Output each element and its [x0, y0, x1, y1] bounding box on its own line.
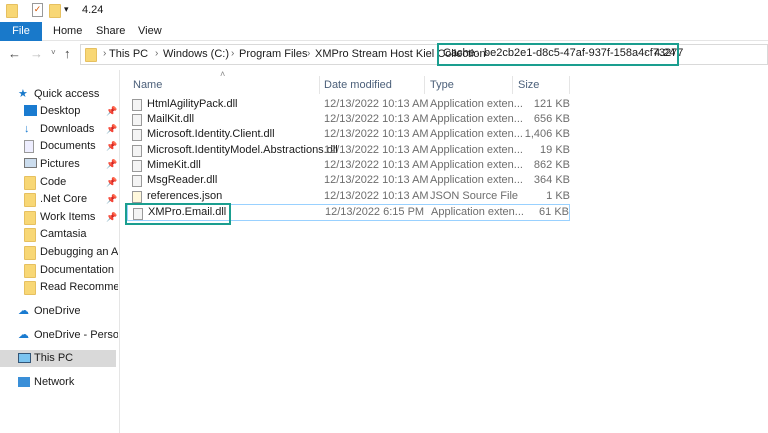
ribbon-tabs: File Home Share View [0, 22, 768, 41]
folder-icon [24, 264, 36, 278]
back-icon[interactable]: ← [8, 46, 21, 61]
folder-icon [24, 193, 36, 207]
downloads-icon: ↓ [24, 123, 30, 135]
properties-icon[interactable]: ✓ [32, 3, 43, 17]
pin-icon: 📌 [106, 141, 118, 151]
sidebar-quick-access[interactable]: ★ Quick access [0, 86, 118, 103]
new-folder-icon[interactable] [49, 4, 61, 18]
pin-icon: 📌 [106, 124, 118, 134]
pin-icon: 📌 [106, 159, 118, 169]
json-file-icon [132, 191, 142, 203]
window-title: 4.24 [82, 4, 104, 16]
folder-icon [24, 176, 36, 190]
sidebar-item-documentation[interactable]: Documentation [0, 262, 118, 279]
sidebar-onedrive[interactable]: ☁ OneDrive [0, 303, 118, 320]
sidebar-item-desktop[interactable]: Desktop 📌 [0, 103, 118, 120]
star-icon: ★ [18, 88, 28, 100]
dll-file-icon [132, 114, 142, 126]
sidebar-onedrive-personal[interactable]: ☁OneDrive - Personal [0, 327, 118, 344]
folder-icon [24, 281, 36, 295]
column-type[interactable]: Type [425, 76, 513, 94]
pin-icon: 📌 [106, 212, 118, 222]
navigation-pane: ★ Quick access Desktop 📌 ↓ Downloads 📌 Docum… [0, 70, 120, 433]
sidebar-item-net-core[interactable]: .Net Core 📌 [0, 191, 118, 208]
cloud-icon: ☁ [18, 305, 29, 317]
folder-icon [24, 228, 36, 242]
column-headers: ˄ Name Date modified Type Size [120, 69, 768, 94]
sidebar-item-code[interactable]: Code 📌 [0, 174, 118, 191]
sidebar-item-debugging[interactable]: Debugging an Agent [0, 244, 118, 261]
tab-view[interactable]: View [138, 22, 162, 41]
column-date-modified[interactable]: Date modified [320, 76, 425, 94]
pin-icon: 📌 [106, 106, 118, 116]
pin-icon: 📌 [106, 194, 118, 204]
tab-home[interactable]: Home [53, 22, 82, 41]
sidebar-item-pictures[interactable]: Pictures 📌 [0, 156, 118, 173]
sidebar-item-documents[interactable]: Documents 📌 [0, 138, 118, 155]
sidebar-item-camtasia[interactable]: Camtasia [0, 226, 118, 243]
column-name[interactable]: Name [128, 76, 320, 94]
file-row[interactable]: MsgReader.dll 12/13/2022 10:13 AM Applicat… [127, 172, 570, 189]
column-size[interactable]: Size [513, 76, 570, 94]
folder-icon [24, 211, 36, 225]
crumb-program-files[interactable]: Program Files [239, 48, 307, 60]
crumb-windows-c[interactable]: Windows (C:) [163, 48, 229, 60]
documents-icon [24, 140, 34, 153]
forward-icon[interactable]: → [30, 46, 43, 61]
up-icon[interactable]: ↑ [64, 46, 71, 61]
folder-icon[interactable] [6, 4, 18, 18]
dll-file-icon [132, 129, 142, 141]
network-icon [18, 377, 30, 387]
sidebar-item-work-items[interactable]: Work Items 📌 [0, 209, 118, 226]
pictures-icon [24, 158, 37, 168]
highlight-box-address [437, 43, 679, 66]
crumb-this-pc[interactable]: This PC [109, 48, 148, 60]
folder-icon [85, 48, 97, 62]
dll-file-icon [132, 160, 142, 172]
dll-file-icon [132, 99, 142, 111]
dll-file-icon [132, 175, 142, 187]
sidebar-item-read-recommendations[interactable]: Read Recommendations [0, 279, 118, 296]
dll-file-icon [132, 145, 142, 157]
title-bar: ✓ ▾ 4.24 [0, 0, 768, 22]
sidebar-network[interactable]: Network [0, 374, 118, 391]
desktop-icon [24, 105, 37, 116]
recent-locations-icon[interactable]: ˅ [51, 48, 56, 57]
customize-toolbar-icon[interactable]: ▾ [64, 4, 69, 15]
sidebar-this-pc[interactable]: This PC [0, 350, 116, 367]
file-row[interactable]: Microsoft.Identity.Client.dll 12/13/2022 … [127, 126, 570, 143]
highlight-box-file [125, 203, 231, 225]
tab-file[interactable]: File [0, 22, 42, 41]
sidebar-item-downloads[interactable]: ↓ Downloads 📌 [0, 121, 118, 138]
computer-icon [18, 353, 31, 363]
cloud-icon: ☁ [18, 329, 29, 341]
folder-icon [24, 246, 36, 260]
pin-icon: 📌 [106, 177, 118, 187]
tab-share[interactable]: Share [96, 22, 125, 41]
